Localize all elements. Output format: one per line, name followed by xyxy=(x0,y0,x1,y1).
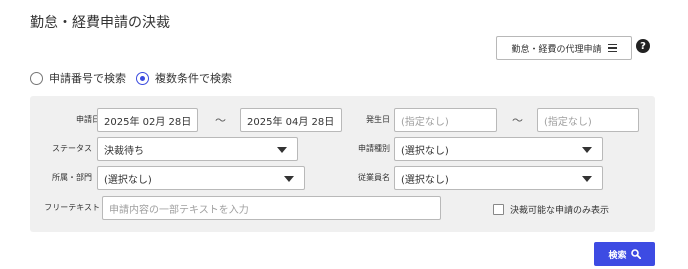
radio-label: 申請番号で検索 xyxy=(49,72,126,85)
employee-name-value: (選択なし) xyxy=(401,174,449,186)
proxy-application-label: 勤怠・経費の代理申請 xyxy=(511,44,602,55)
department-select[interactable]: (選択なし) xyxy=(97,166,305,190)
search-button-label: 検索 xyxy=(608,250,627,261)
radio-checked-icon[interactable] xyxy=(136,71,149,85)
search-mode-group: 申請番号で検索 複数条件で検索 xyxy=(30,70,242,86)
free-text-input[interactable]: 申請内容の一部テキストを入力 xyxy=(102,196,441,220)
range-separator: ～ xyxy=(512,114,523,127)
search-button[interactable]: 検索 xyxy=(594,242,655,266)
employee-name-select[interactable]: (選択なし) xyxy=(394,166,603,190)
application-date-from-input[interactable]: 2025年 02月 28日 xyxy=(97,108,198,132)
chevron-down-icon xyxy=(582,176,592,182)
department-label: 所属・部門 xyxy=(52,173,92,182)
application-date-to-input[interactable]: 2025年 04月 28日 xyxy=(240,108,342,132)
search-icon xyxy=(630,249,641,259)
radio-unchecked-icon[interactable] xyxy=(30,71,43,85)
approvable-only-toggle[interactable]: 決裁可能な申請のみ表示 xyxy=(493,203,609,216)
range-separator: ～ xyxy=(215,114,226,127)
occurrence-date-from-input[interactable]: (指定なし) xyxy=(394,108,497,132)
chevron-down-icon xyxy=(582,147,592,153)
page-title: 勤怠・経費申請の決裁 xyxy=(30,15,170,31)
application-date-label: 申請日 xyxy=(76,115,100,124)
status-label: ステータス xyxy=(52,144,92,153)
occurrence-date-label: 発生日 xyxy=(366,115,390,124)
help-icon[interactable]: ? xyxy=(636,39,650,53)
radio-search-by-conditions[interactable]: 複数条件で検索 xyxy=(136,70,232,86)
proxy-application-button[interactable]: 勤怠・経費の代理申請 xyxy=(496,36,632,60)
application-type-select[interactable]: (選択なし) xyxy=(394,137,603,161)
department-value: (選択なし) xyxy=(104,174,152,186)
menu-icon xyxy=(607,43,617,53)
chevron-down-icon xyxy=(277,147,287,153)
radio-search-by-number[interactable]: 申請番号で検索 xyxy=(30,70,126,86)
occurrence-date-to-input[interactable]: (指定なし) xyxy=(537,108,639,132)
checkbox-icon[interactable] xyxy=(493,204,504,215)
application-type-label: 申請種別 xyxy=(358,144,390,153)
radio-label: 複数条件で検索 xyxy=(155,72,232,85)
approvable-only-label: 決裁可能な申請のみ表示 xyxy=(510,206,610,216)
employee-name-label: 従業員名 xyxy=(358,173,390,182)
status-select[interactable]: 決裁待ち xyxy=(97,137,298,161)
free-text-label: フリーテキスト xyxy=(44,203,100,212)
status-value: 決裁待ち xyxy=(104,145,144,157)
chevron-down-icon xyxy=(284,176,294,182)
application-type-value: (選択なし) xyxy=(401,145,449,157)
